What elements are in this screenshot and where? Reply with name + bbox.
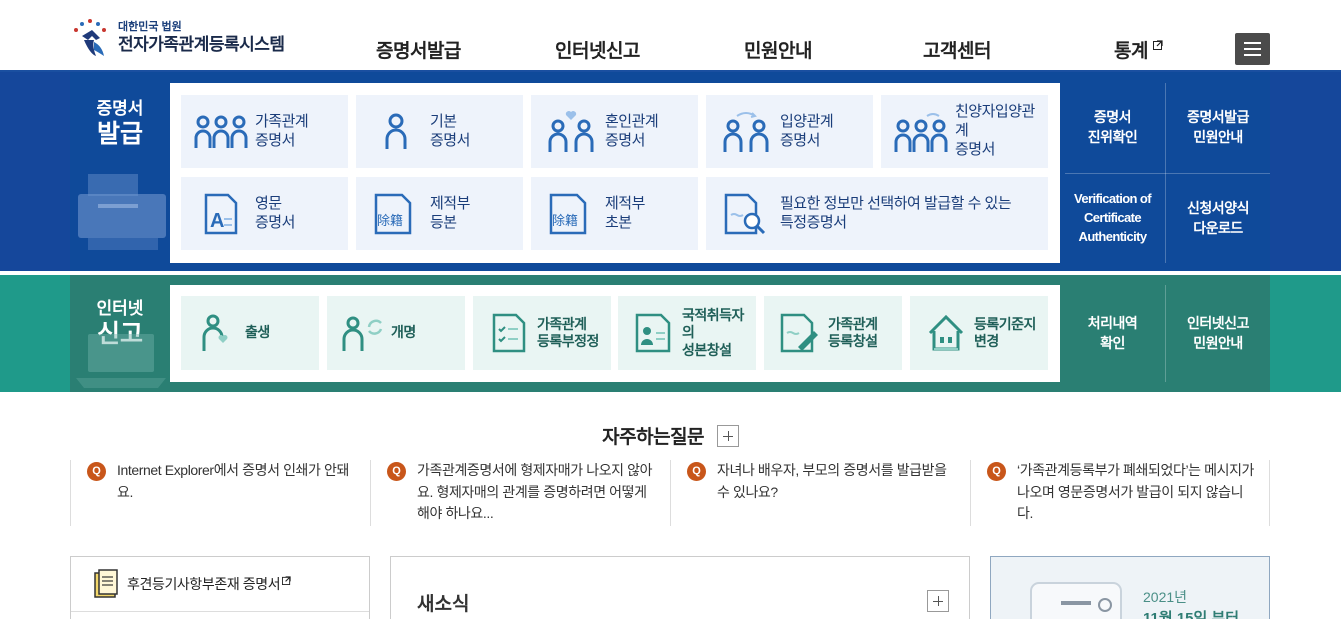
tile-register-correction[interactable]: 가족관계 등록부정정	[473, 296, 611, 370]
faq-item[interactable]: Q Internet Explorer에서 증명서 인쇄가 안돼요.	[70, 460, 370, 526]
site-logo[interactable]: 대한민국 법원 전자가족관계등록시스템	[70, 16, 285, 60]
rename-icon	[341, 311, 385, 355]
document-icon	[94, 569, 118, 598]
family-icon	[191, 107, 251, 157]
register-document-icon: 除籍	[366, 189, 426, 239]
question-icon: Q	[87, 462, 106, 481]
house-icon	[924, 311, 968, 355]
issuance-panel: 가족관계 증명서 기본 증명서 혼인관계 증명서 입양관계 증명서 친양자입양관계 증명서…	[170, 83, 1060, 263]
id-card-icon	[632, 311, 676, 355]
svg-text:除籍: 除籍	[552, 213, 578, 229]
nav-customer-center[interactable]: 고객센터	[923, 36, 991, 63]
court-emblem-icon	[70, 16, 114, 60]
all-menu-button[interactable]	[1235, 33, 1270, 65]
question-icon: Q	[987, 462, 1006, 481]
banner-year: 2021년	[1143, 589, 1188, 605]
tile-removed-register-copy[interactable]: 除籍 제적부 등본	[356, 177, 523, 250]
couple-heart-icon	[541, 107, 601, 157]
svg-text:A: A	[210, 210, 224, 232]
news-title: 새소식	[417, 594, 470, 615]
checklist-icon	[487, 311, 531, 355]
processing-history-link[interactable]: 처리내역 확인	[1060, 285, 1165, 382]
issuance-section-title: 증명서 발급	[96, 99, 144, 148]
device-illustration-icon	[1030, 582, 1122, 619]
faq-question-text: Internet Explorer에서 증명서 인쇄가 안돼요.	[117, 462, 349, 500]
tile-family-relation-cert[interactable]: 가족관계 증명서	[181, 95, 348, 168]
banner-date: 11월 15일 부터	[1143, 610, 1240, 619]
notice-banner[interactable]: 2021년 11월 15일 부터	[990, 556, 1270, 619]
cert-issuance-guide-link[interactable]: 증명서발급 민원안내	[1166, 83, 1270, 173]
english-document-icon: A	[191, 189, 251, 239]
baby-icon	[195, 311, 239, 355]
logo-title: 전자가족관계등록시스템	[118, 35, 285, 55]
printer-illustration-icon	[78, 174, 166, 250]
tile-base-location-change[interactable]: 등록기준지 변경	[910, 296, 1048, 370]
faq-question-text: ‘가족관계등록부가 폐쇄되었다’는 메시지가 나오며 영문증명서가 발급이 되지…	[1017, 462, 1255, 522]
faq-question-text: 가족관계증명서에 형제자매가 나오지 않아요. 형제자매의 관계를 증명하려면 …	[417, 462, 653, 522]
tile-removed-register-abstract[interactable]: 除籍 제적부 초본	[531, 177, 698, 250]
laptop-illustration-icon	[76, 334, 166, 388]
logo-subtitle: 대한민국 법원	[118, 20, 182, 33]
tile-naturalized-surname[interactable]: 국적취득자의 성본창설	[618, 296, 756, 370]
tile-english-cert[interactable]: A 영문 증명서	[181, 177, 348, 250]
guardian-cert-link[interactable]: 후견등기사항부존재 증명서	[71, 557, 369, 612]
nav-certificate-issuance[interactable]: 증명서발급	[376, 36, 461, 63]
faq-item[interactable]: Q ‘가족관계등록부가 폐쇄되었다’는 메시지가 나오며 영문증명서가 발급이 …	[970, 460, 1270, 526]
external-link-icon	[1152, 40, 1163, 50]
verification-english-link[interactable]: Verification of Certificate Authenticity	[1060, 174, 1165, 263]
tile-name-change[interactable]: 개명	[327, 296, 465, 370]
question-icon: Q	[687, 462, 706, 481]
faq-more-button[interactable]	[716, 424, 739, 447]
external-link-icon	[282, 575, 291, 585]
nav-civil-guide[interactable]: 민원안내	[744, 36, 812, 63]
nav-internet-report[interactable]: 인터넷신고	[555, 36, 640, 63]
document-search-icon	[716, 189, 776, 239]
site-header: 대한민국 법원 전자가족관계등록시스템 증명서발급 인터넷신고 민원안내 고객센…	[0, 0, 1341, 72]
register-document-icon: 除籍	[541, 189, 601, 239]
tile-register-creation[interactable]: 가족관계 등록창설	[764, 296, 902, 370]
report-panel: 출생 개명 가족관계 등록부정정 국적취득자의 성본창설 가족관계 등록창설 등록기준…	[170, 285, 1060, 382]
tile-basic-cert[interactable]: 기본 증명서	[356, 95, 523, 168]
family-adoption-icon	[891, 107, 951, 157]
news-more-button[interactable]	[927, 590, 949, 612]
faq-item[interactable]: Q 자녀나 배우자, 부모의 증명서를 발급받을 수 있나요?	[670, 460, 970, 526]
adoption-icon	[716, 107, 776, 157]
tile-adoption-cert[interactable]: 입양관계 증명서	[706, 95, 873, 168]
faq-section-title: 자주하는질문	[0, 422, 1341, 449]
svg-text:除籍: 除籍	[377, 213, 403, 229]
faq-item[interactable]: Q 가족관계증명서에 형제자매가 나오지 않아요. 형제자매의 관계를 증명하려…	[370, 460, 670, 526]
faq-title: 자주하는질문	[602, 427, 705, 448]
tile-specific-cert[interactable]: 필요한 정보만 선택하여 발급할 수 있는 특정증명서	[706, 177, 1048, 250]
nav-statistics-label: 통계	[1114, 41, 1148, 62]
tile-full-adoption-cert[interactable]: 친양자입양관계 증명서	[881, 95, 1048, 168]
form-download-link[interactable]: 신청서양식 다운로드	[1166, 174, 1270, 263]
news-card: 새소식	[390, 556, 970, 619]
tile-marriage-cert[interactable]: 혼인관계 증명서	[531, 95, 698, 168]
cert-authenticity-check-link[interactable]: 증명서 진위확인	[1060, 83, 1165, 173]
guardian-cert-label: 후견등기사항부존재 증명서	[127, 576, 281, 592]
faq-question-text: 자녀나 배우자, 부모의 증명서를 발급받을 수 있나요?	[717, 462, 947, 500]
document-pen-icon	[778, 311, 822, 355]
nav-statistics[interactable]: 통계	[1114, 36, 1163, 63]
guardian-cert-card: 후견등기사항부존재 증명서	[70, 556, 370, 619]
person-icon	[366, 107, 426, 157]
question-icon: Q	[387, 462, 406, 481]
report-guide-link[interactable]: 인터넷신고 민원안내	[1166, 285, 1270, 382]
tile-birth-report[interactable]: 출생	[181, 296, 319, 370]
